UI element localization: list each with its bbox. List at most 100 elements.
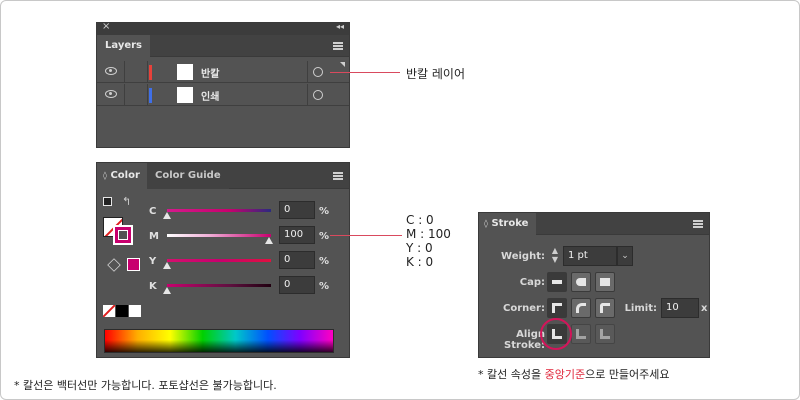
layer-thumbnail <box>177 87 193 103</box>
lock-toggle[interactable] <box>126 61 148 83</box>
white-swatch[interactable] <box>129 305 141 317</box>
layers-tabbar: Layers <box>97 35 349 57</box>
weight-stepper[interactable]: ▲ ▼ <box>547 246 563 266</box>
note-right-highlight: 중앙기준 <box>544 368 586 381</box>
highlight-circle <box>540 318 572 350</box>
butt-cap-icon <box>552 277 562 287</box>
eye-icon <box>105 90 117 98</box>
miter-join-button[interactable] <box>547 298 567 318</box>
percent-label: % <box>319 231 330 242</box>
k-slider-track[interactable] <box>167 284 271 287</box>
round-join-button[interactable] <box>571 298 591 318</box>
layer-row[interactable]: 인쇄 <box>97 84 349 106</box>
cmyk-m: M : 100 <box>406 227 451 241</box>
projecting-cap-button[interactable] <box>595 272 615 292</box>
slider-row-c: C 0 % <box>97 201 351 221</box>
tab-stroke-label: Stroke <box>491 218 529 229</box>
cmyk-c: C : 0 <box>406 213 434 227</box>
panel-menu-icon[interactable] <box>333 42 343 50</box>
bevel-join-button[interactable] <box>595 298 615 318</box>
corner-label: Corner: <box>503 303 545 314</box>
m-slider-thumb[interactable] <box>265 237 273 244</box>
note-right: * 칼선 속성을 중앙기준으로 만들어주세요 <box>478 366 670 382</box>
weight-label: Weight: <box>501 251 545 262</box>
percent-label: % <box>319 281 330 292</box>
cmyk-k: K : 0 <box>406 255 434 269</box>
limit-label: Limit: <box>624 303 657 314</box>
cmyk-y: Y : 0 <box>406 241 433 255</box>
channel-label: C <box>149 206 157 217</box>
align-inside-button[interactable] <box>571 324 591 344</box>
sort-arrows-icon: ◊ <box>103 171 107 180</box>
cmyk-annotation: C : 0 M : 100 Y : 0 K : 0 <box>406 213 451 269</box>
annotation-line <box>330 72 400 73</box>
butt-cap-button[interactable] <box>547 272 567 292</box>
limit-input[interactable]: 10 <box>661 298 699 318</box>
note-right-suffix: 으로 만들어주세요 <box>585 368 670 381</box>
selected-corner-icon <box>340 62 345 67</box>
align-inside-icon <box>576 329 586 339</box>
channel-label: M <box>149 231 159 242</box>
none-swatch[interactable] <box>103 305 115 317</box>
align-outside-icon <box>600 329 610 339</box>
slider-row-m: M 100 % <box>97 226 351 246</box>
cap-label: Cap: <box>519 277 545 288</box>
channel-label: Y <box>149 256 157 267</box>
close-icon[interactable]: × <box>102 21 110 32</box>
eye-icon <box>105 67 117 75</box>
weight-dropdown[interactable]: ⌄ <box>617 246 633 266</box>
color-spectrum[interactable] <box>104 329 334 353</box>
layer-color-bar <box>149 65 152 80</box>
k-slider-thumb[interactable] <box>163 287 171 294</box>
annotation-line <box>330 235 402 236</box>
channel-label: K <box>149 281 157 292</box>
collapse-icon[interactable]: ◂◂ <box>336 22 344 31</box>
layer-color-bar <box>149 88 152 103</box>
panel-menu-icon[interactable] <box>693 220 703 228</box>
c-slider-track[interactable] <box>167 209 271 212</box>
percent-label: % <box>319 256 330 267</box>
projecting-cap-icon <box>600 278 610 286</box>
round-join-icon <box>576 303 586 313</box>
m-value-input[interactable]: 100 <box>279 226 315 244</box>
align-outside-button[interactable] <box>595 324 615 344</box>
tab-stroke[interactable]: ◊ Stroke <box>479 213 537 235</box>
note-left: * 칼선은 백터선만 가능합니다. 포토샵선은 불가능합니다. <box>14 379 277 392</box>
color-panel: ◊ Color Color Guide ↰ C 0 % M 100 % Y 0 … <box>96 162 350 358</box>
lock-toggle[interactable] <box>126 84 148 106</box>
layers-panel: × ◂◂ Layers 반칼 인쇄 <box>96 21 350 148</box>
color-tabbar: ◊ Color Color Guide <box>97 163 349 189</box>
stroke-tabbar: ◊ Stroke <box>479 213 709 235</box>
stroke-panel: ◊ Stroke Weight: ▲ ▼ 1 pt ⌄ Cap: Corner: … <box>478 212 710 358</box>
percent-label: % <box>319 206 330 217</box>
round-cap-icon <box>576 278 586 286</box>
visibility-toggle[interactable] <box>97 84 125 106</box>
y-slider-thumb[interactable] <box>163 262 171 269</box>
tab-color-label: Color <box>110 170 140 181</box>
round-cap-button[interactable] <box>571 272 591 292</box>
c-slider-thumb[interactable] <box>163 212 171 219</box>
bevel-join-icon <box>600 303 610 313</box>
tab-color[interactable]: ◊ Color <box>97 163 148 189</box>
k-value-input[interactable]: 0 <box>279 276 315 294</box>
layer-row[interactable]: 반칼 <box>97 61 349 83</box>
target-circle-icon[interactable] <box>313 90 323 100</box>
target-circle-icon[interactable] <box>313 67 323 77</box>
slider-row-y: Y 0 % <box>97 251 351 271</box>
panel-menu-icon[interactable] <box>333 172 343 180</box>
layers-annotation: 반칼 레이어 <box>406 67 466 81</box>
miter-join-icon <box>552 303 562 313</box>
align-stroke-label: Align Stroke: <box>504 329 545 351</box>
limit-unit: x <box>701 303 708 314</box>
visibility-toggle[interactable] <box>97 61 125 83</box>
tab-color-guide[interactable]: Color Guide <box>147 163 229 189</box>
sort-arrows-icon: ◊ <box>484 219 488 228</box>
black-swatch[interactable] <box>116 305 128 317</box>
m-slider-track[interactable] <box>167 234 271 237</box>
layer-name: 인쇄 <box>201 92 220 103</box>
tab-layers[interactable]: Layers <box>97 35 150 57</box>
y-value-input[interactable]: 0 <box>279 251 315 269</box>
c-value-input[interactable]: 0 <box>279 201 315 219</box>
weight-input[interactable]: 1 pt <box>563 246 617 266</box>
y-slider-track[interactable] <box>167 259 271 262</box>
